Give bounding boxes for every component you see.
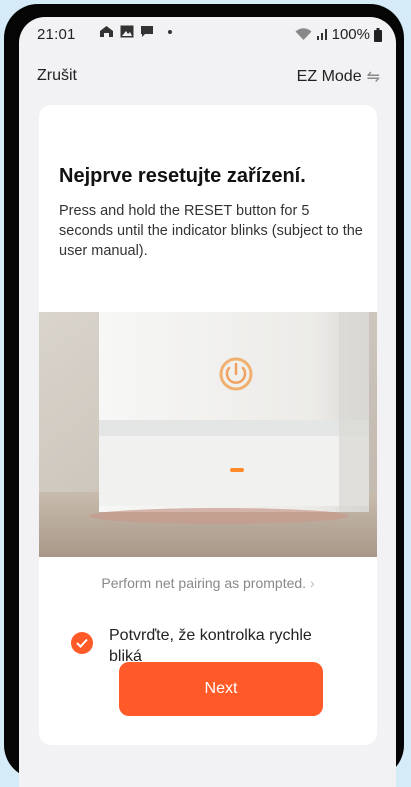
pairing-hint-link[interactable]: Perform net pairing as prompted. › <box>39 575 377 591</box>
instructions-text: Press and hold the RESET button for 5 se… <box>59 203 363 259</box>
chevron-right-icon: › <box>309 575 315 591</box>
status-right: 100% <box>295 26 382 43</box>
wifi-icon <box>295 28 312 40</box>
status-bar: 21:01 100% <box>19 17 396 49</box>
next-button[interactable]: Next <box>119 662 323 716</box>
page-title: Nejprve resetujte zařízení. <box>59 165 306 187</box>
check-icon[interactable] <box>71 632 93 654</box>
mode-label: EZ Mode <box>296 68 362 85</box>
more-dot-icon <box>168 29 172 34</box>
app-screen: 21:01 100% Zrušit EZ Mode ⇋ Nejprve rese… <box>19 17 396 787</box>
swap-icon: ⇋ <box>366 69 380 86</box>
chat-icon <box>141 26 153 37</box>
confirm-label: Potvrďte, že kontrolka rychle bliká <box>109 627 312 665</box>
top-bar: Zrušit EZ Mode ⇋ <box>19 67 396 93</box>
phone-frame: 21:01 100% Zrušit EZ Mode ⇋ Nejprve rese… <box>4 4 404 787</box>
status-time: 21:01 <box>37 26 76 43</box>
device-image <box>39 312 377 557</box>
battery-level: 100% <box>331 26 370 43</box>
battery-icon <box>374 27 382 42</box>
cancel-button[interactable]: Zrušit <box>37 67 77 85</box>
reset-instructions-card: Nejprve resetujte zařízení. Press and ho… <box>39 105 377 745</box>
image-icon <box>120 25 134 38</box>
signal-icon <box>316 29 327 40</box>
home-icon <box>100 26 113 37</box>
hint-text: Perform net pairing as prompted. <box>101 575 307 591</box>
mode-switch-button[interactable]: EZ Mode ⇋ <box>297 67 380 87</box>
notification-icons <box>99 25 172 38</box>
